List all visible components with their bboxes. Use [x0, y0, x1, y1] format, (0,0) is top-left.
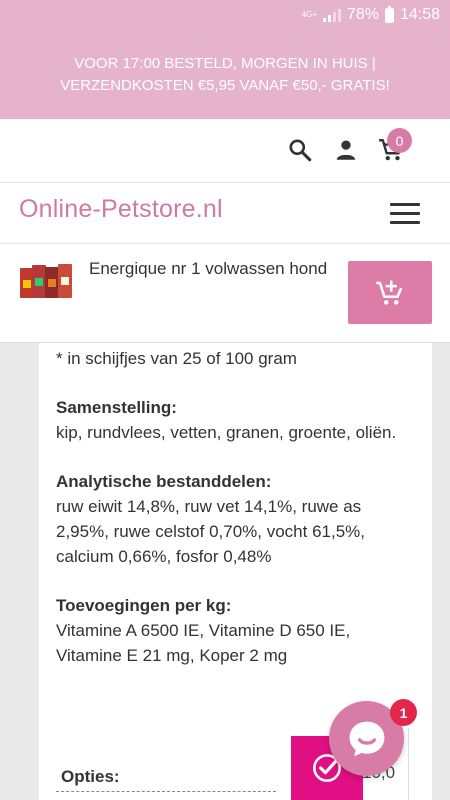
- sticky-product-bar: Energique nr 1 volwassen hond: [0, 244, 450, 343]
- chat-notification-badge: 1: [390, 699, 417, 726]
- slices-line: * in schijfjes van 25 of 100 gram: [56, 349, 297, 368]
- composition-text: kip, rundvlees, vetten, granen, groente,…: [56, 423, 397, 442]
- analytic-text: ruw eiwit 14,8%, ruw vet 14,1%, ruwe as …: [56, 497, 366, 566]
- battery-percent: 78%: [346, 6, 379, 23]
- add-to-cart-button[interactable]: [348, 261, 432, 324]
- additions-text: Vitamine A 6500 IE, Vitamine D 650 IE, V…: [56, 621, 351, 665]
- additions-title: Toevoegingen per kg:: [56, 596, 232, 615]
- composition-title: Samenstelling:: [56, 398, 177, 417]
- status-bar: 4G+ 78% 14:58: [0, 0, 450, 30]
- signal-icon: [322, 8, 341, 22]
- cart-count-badge: 0: [387, 128, 412, 153]
- product-name: Energique nr 1 volwassen hond: [89, 259, 328, 278]
- menu-icon[interactable]: [390, 203, 420, 225]
- search-icon[interactable]: [287, 137, 313, 163]
- options-divider: [56, 791, 276, 792]
- logo-bar: Online-Petstore.nl: [0, 183, 450, 244]
- battery-icon: [384, 5, 394, 23]
- site-logo[interactable]: Online-Petstore.nl: [19, 195, 223, 224]
- banner-line-2: VERZENDKOSTEN €5,95 VANAF €50,- GRATIS!: [60, 76, 390, 94]
- account-icon[interactable]: [333, 137, 359, 163]
- chat-bubble-icon: [349, 721, 384, 756]
- add-to-cart-icon: [376, 280, 403, 305]
- product-thumbnail: [20, 264, 72, 298]
- shipping-banner: VOOR 17:00 BESTELD, MORGEN IN HUIS | VER…: [0, 30, 450, 119]
- analytic-title: Analytische bestanddelen:: [56, 472, 272, 491]
- clock: 14:58: [399, 6, 440, 23]
- banner-line-1: VOOR 17:00 BESTELD, MORGEN IN HUIS |: [74, 54, 376, 72]
- options-label: Opties:: [61, 767, 120, 786]
- network-indicator: 4G+: [301, 10, 317, 19]
- icon-header: [0, 119, 450, 183]
